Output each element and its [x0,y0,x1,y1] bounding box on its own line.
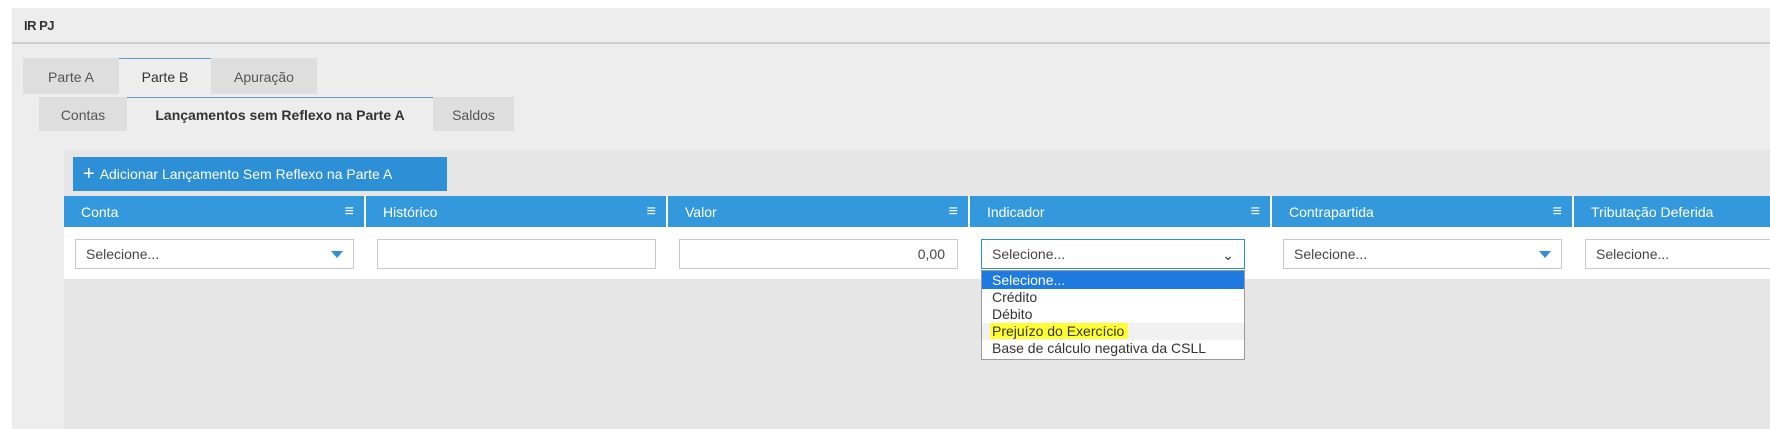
plus-icon: + [83,163,95,185]
tributacao-value: Selecione... [1596,246,1670,262]
contrapartida-value: Selecione... [1294,246,1368,262]
column-menu-icon[interactable]: ≡ [1251,203,1260,221]
column-label: Indicador [987,203,1045,220]
column-label: Tributação Deferida [1591,203,1714,220]
column-header-indicador[interactable]: Indicador ≡ [970,196,1272,227]
column-header-historico[interactable]: Histórico ≡ [366,196,668,227]
page-title: IR PJ [24,18,55,33]
tab-lancamentos-sem-reflexo[interactable]: Lançamentos sem Reflexo na Parte A [127,97,433,131]
option-credito[interactable]: Crédito [982,289,1244,306]
valor-input[interactable]: 0,00 [679,239,958,269]
indicador-select[interactable]: Selecione... ⌄ [981,239,1245,269]
option-selecione[interactable]: Selecione... [982,271,1244,289]
column-header-contrapartida[interactable]: Contrapartida ≡ [1272,196,1574,227]
chevron-down-icon: ⌄ [1222,247,1234,263]
tab-apuracao[interactable]: Apuração [211,58,317,94]
main-tabs: Parte A Parte B Apuração [23,58,317,94]
indicador-dropdown-list: Selecione... Crédito Débito Prejuízo do … [981,270,1245,360]
conta-value: Selecione... [86,246,160,262]
table-row: Selecione... 0,00 Selecione... ⌄ Selecio… [64,227,1770,279]
column-menu-icon[interactable]: ≡ [1553,203,1562,221]
indicador-value: Selecione... [992,246,1066,262]
conta-select[interactable]: Selecione... [75,239,354,269]
column-menu-icon[interactable]: ≡ [647,203,656,221]
column-menu-icon[interactable]: ≡ [949,203,958,221]
option-base-calculo-negativa[interactable]: Base de cálculo negativa da CSLL [982,340,1244,357]
contrapartida-select[interactable]: Selecione... [1283,239,1562,269]
grid-header: Conta ≡ Histórico ≡ Valor ≡ Indicador ≡ … [64,196,1770,227]
column-label: Histórico [383,203,438,220]
column-label: Valor [685,203,717,220]
tab-parte-b[interactable]: Parte B [119,58,211,94]
option-debito[interactable]: Débito [982,306,1244,323]
caret-down-icon [331,251,343,258]
title-bar: IR PJ [12,8,1770,44]
column-header-valor[interactable]: Valor ≡ [668,196,970,227]
historico-input[interactable] [377,239,656,269]
option-prejuizo-label: Prejuízo do Exercício [990,323,1129,339]
tab-saldos[interactable]: Saldos [433,97,514,131]
add-lancamento-button[interactable]: + Adicionar Lançamento Sem Reflexo na Pa… [73,157,447,191]
tab-parte-a[interactable]: Parte A [23,58,119,94]
tab-contas[interactable]: Contas [39,97,127,131]
column-label: Contrapartida [1289,203,1374,220]
option-prejuizo-do-exercicio[interactable]: Prejuízo do Exercício [982,323,1244,340]
column-label: Conta [81,203,119,220]
sub-tabs: Contas Lançamentos sem Reflexo na Parte … [39,97,514,131]
content-area [64,150,1770,429]
tributacao-select[interactable]: Selecione... [1585,239,1770,269]
column-header-conta[interactable]: Conta ≡ [64,196,366,227]
column-header-tributacao-deferida[interactable]: Tributação Deferida [1574,196,1770,227]
column-menu-icon[interactable]: ≡ [345,203,354,221]
caret-down-icon [1539,251,1551,258]
add-lancamento-label: Adicionar Lançamento Sem Reflexo na Part… [99,166,393,182]
